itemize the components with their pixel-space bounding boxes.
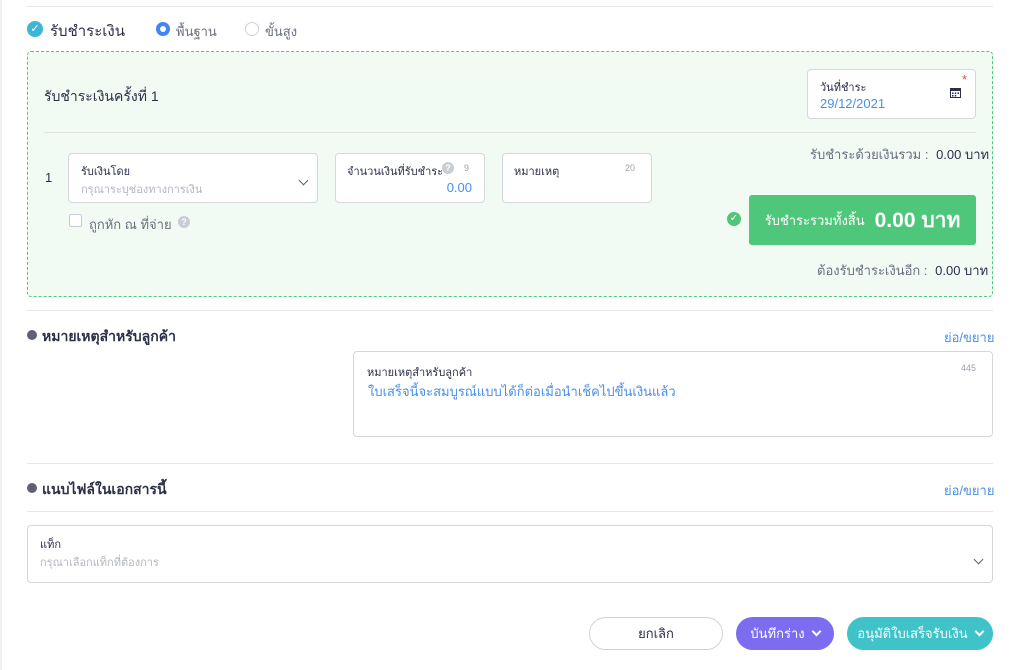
- radio-advanced[interactable]: [245, 22, 259, 36]
- tag-select[interactable]: แท็ก กรุณาเลือกแท็กที่ต้องการ: [27, 525, 993, 583]
- total-summary: รับชำระรวมทั้งสิ้น 0.00 บาท: [749, 195, 976, 245]
- remaining-row: ต้องรับชำระเงินอีก : 0.00 บาท: [817, 260, 988, 281]
- section-divider: [27, 310, 993, 311]
- note-label: หมายเหตุ: [514, 166, 560, 178]
- withholding-checkbox[interactable]: [69, 214, 82, 227]
- paid-by-cash-row: รับชำระด้วยเงินรวม : 0.00 บาท: [810, 144, 989, 165]
- installment-title: รับชำระเงินครั้งที่ 1: [44, 88, 159, 104]
- attachments-title: แนบไฟล์ในเอกสารนี้: [42, 481, 167, 497]
- chevron-down-icon: [973, 554, 984, 565]
- chevron-down-icon: [974, 626, 985, 637]
- help-icon[interactable]: ?: [442, 162, 454, 174]
- amount-value: 0.00: [446, 180, 472, 195]
- total-label: รับชำระรวมทั้งสิ้น: [764, 212, 865, 228]
- payment-date-value: 29/12/2021: [820, 96, 886, 111]
- top-divider: [27, 6, 993, 7]
- check-icon: ✓: [727, 212, 741, 226]
- help-icon[interactable]: ?: [178, 216, 190, 228]
- save-draft-button[interactable]: บันทึกร่าง: [736, 617, 834, 650]
- payment-method-placeholder: กรุณาระบุช่องทางการเงิน: [81, 184, 203, 196]
- section-divider: [27, 463, 993, 464]
- tag-placeholder: กรุณาเลือกแท็กที่ต้องการ: [40, 557, 159, 569]
- total-value: 0.00 บาท: [874, 208, 961, 232]
- payment-date-field[interactable]: วันที่ชำระ 29/12/2021 *: [807, 69, 976, 119]
- chevron-down-icon: [811, 626, 822, 637]
- cancel-button[interactable]: ยกเลิก: [589, 617, 723, 650]
- payment-method-select[interactable]: รับเงินโดย กรุณาระบุช่องทางการเงิน: [68, 153, 318, 203]
- panel-left-border: [0, 0, 2, 670]
- approve-receipt-button[interactable]: อนุมัติใบเสร็จรับเงิน: [847, 617, 993, 650]
- radio-basic[interactable]: [156, 22, 170, 36]
- customer-note-value: ใบเสร็จนี้จะสมบูรณ์แบบได้ก็ต่อเมื่อนำเช็…: [368, 384, 676, 399]
- radio-advanced-label[interactable]: ขั้นสูง: [265, 21, 297, 42]
- calendar-icon[interactable]: [950, 87, 961, 98]
- save-draft-button-label: บันทึกร่าง: [750, 626, 805, 641]
- installment-divider: [44, 132, 976, 133]
- amount-field[interactable]: จำนวนเงินที่รับชำระ ? 9 0.00: [335, 153, 485, 203]
- attachments-toggle[interactable]: ย่อ/ขยาย: [944, 480, 994, 501]
- payment-date-label: วันที่ชำระ: [820, 82, 867, 94]
- remaining-label: ต้องรับชำระเงินอีก :: [817, 263, 928, 278]
- chevron-down-icon: [298, 175, 309, 186]
- check-icon: ✓: [27, 21, 43, 37]
- payment-method-label: รับเงินโดย: [81, 166, 131, 178]
- cancel-button-label: ยกเลิก: [638, 626, 674, 641]
- paid-by-cash-value: 0.00 บาท: [936, 147, 990, 162]
- payment-title: รับชำระเงิน: [50, 23, 125, 40]
- required-mark: *: [962, 72, 968, 87]
- amount-label: จำนวนเงินที่รับชำระ: [347, 166, 444, 178]
- note-char-count: 20: [625, 163, 636, 173]
- tag-label: แท็ก: [40, 539, 62, 551]
- withholding-label[interactable]: ถูกหัก ณ ที่จ่าย: [89, 214, 172, 235]
- approve-receipt-button-label: อนุมัติใบเสร็จรับเงิน: [857, 626, 968, 641]
- radio-basic-label[interactable]: พื้นฐาน: [176, 21, 217, 42]
- customer-note-title: หมายเหตุสำหรับลูกค้า: [42, 328, 176, 344]
- amount-char-count: 9: [464, 163, 470, 173]
- section-bullet: [27, 330, 37, 340]
- note-field[interactable]: หมายเหตุ 20: [502, 153, 652, 203]
- customer-note-char-count: 445: [961, 363, 977, 373]
- paid-by-cash-label: รับชำระด้วยเงินรวม :: [810, 147, 929, 162]
- section-divider: [27, 511, 993, 512]
- customer-note-field-label: หมายเหตุสำหรับลูกค้า: [367, 367, 473, 379]
- customer-note-textarea[interactable]: หมายเหตุสำหรับลูกค้า 445 ใบเสร็จนี้จะสมบ…: [353, 351, 993, 437]
- remaining-value: 0.00 บาท: [935, 263, 989, 278]
- customer-note-toggle[interactable]: ย่อ/ขยาย: [944, 327, 994, 348]
- section-bullet: [27, 483, 37, 493]
- row-number: 1: [45, 170, 53, 185]
